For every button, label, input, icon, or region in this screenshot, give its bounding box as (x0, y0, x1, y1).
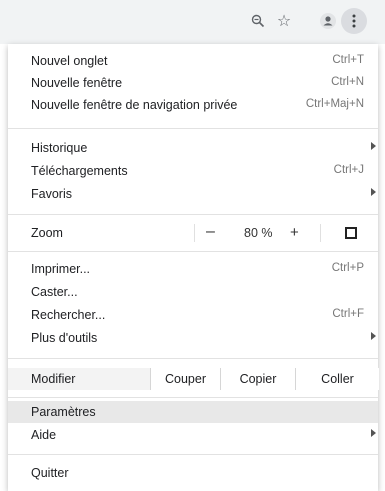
paste-button-label: Coller (321, 372, 354, 386)
menu-separator (8, 397, 378, 398)
menu-item-help[interactable]: Aide (8, 424, 378, 446)
zoom-level-value: 80 % (244, 226, 273, 240)
zoom-out-button[interactable]: – (206, 223, 215, 241)
submenu-arrow-icon (371, 142, 376, 150)
menu-separator (8, 128, 378, 129)
zoom-in-button[interactable]: + (290, 224, 299, 241)
menu-item-label: Modifier (31, 372, 76, 386)
menu-item-edit: Modifier Couper Copier Coller (8, 368, 379, 390)
menu-item-label: Rechercher... (31, 308, 106, 322)
menu-item-cast[interactable]: Caster... (8, 281, 378, 303)
browser-toolbar: ☆ (0, 0, 385, 44)
copy-button-label: Copier (239, 372, 277, 386)
fullscreen-icon[interactable] (345, 227, 357, 239)
cut-button-label: Couper (165, 372, 206, 386)
menu-item-label: Nouvel onglet (31, 54, 108, 68)
submenu-arrow-icon (371, 188, 376, 196)
menu-item-label: Plus d'outils (31, 331, 98, 345)
shortcut-label: Ctrl+P (331, 262, 364, 274)
cut-button[interactable]: Couper (150, 368, 220, 390)
shortcut-label: Ctrl+N (331, 76, 364, 88)
menu-item-label: Imprimer... (31, 262, 91, 276)
menu-item-label: Nouvelle fenêtre (31, 76, 123, 90)
menu-item-zoom: Zoom – 80 % + (8, 222, 378, 244)
menu-item-label: Quitter (31, 466, 69, 480)
menu-separator (8, 454, 378, 455)
menu-separator (8, 358, 378, 359)
shortcut-label: Ctrl+Maj+N (305, 98, 364, 110)
menu-item-bookmarks[interactable]: Favoris (8, 183, 378, 205)
menu-item-new-tab[interactable]: Nouvel onglet Ctrl+T (8, 50, 378, 72)
copy-button[interactable]: Copier (220, 368, 295, 390)
menu-item-print[interactable]: Imprimer... Ctrl+P (8, 258, 378, 280)
more-vertical-icon[interactable] (341, 8, 367, 34)
chrome-main-menu: Nouvel onglet Ctrl+T Nouvelle fenêtre Ct… (8, 44, 379, 491)
menu-item-label: Nouvelle fenêtre de navigation privée (31, 98, 238, 112)
menu-item-label: Historique (31, 141, 88, 155)
zoom-divider (194, 224, 195, 242)
profile-icon[interactable] (315, 8, 341, 34)
submenu-arrow-icon (371, 332, 376, 340)
menu-item-history[interactable]: Historique (8, 137, 378, 159)
zoom-magnifier-icon[interactable] (245, 8, 271, 34)
menu-item-incognito-window[interactable]: Nouvelle fenêtre de navigation privée Ct… (8, 94, 378, 116)
menu-item-quit[interactable]: Quitter (8, 462, 378, 484)
menu-item-label: Zoom (31, 226, 63, 240)
zoom-divider (320, 224, 321, 242)
paste-button[interactable]: Coller (295, 368, 379, 390)
menu-separator (8, 251, 378, 252)
menu-item-label: Téléchargements (31, 164, 128, 178)
shortcut-label: Ctrl+T (332, 54, 364, 66)
menu-item-label: Caster... (31, 285, 78, 299)
menu-item-label: Paramètres (31, 405, 96, 419)
submenu-arrow-icon (371, 429, 376, 437)
menu-item-new-window[interactable]: Nouvelle fenêtre Ctrl+N (8, 72, 378, 94)
shortcut-label: Ctrl+J (333, 164, 364, 176)
menu-item-downloads[interactable]: Téléchargements Ctrl+J (8, 160, 378, 182)
bookmark-star-icon[interactable]: ☆ (271, 8, 297, 34)
menu-item-label: Favoris (31, 187, 72, 201)
menu-item-find[interactable]: Rechercher... Ctrl+F (8, 304, 378, 326)
menu-item-label: Aide (31, 428, 57, 442)
menu-separator (8, 214, 378, 215)
menu-item-settings[interactable]: Paramètres (8, 401, 378, 423)
menu-item-more-tools[interactable]: Plus d'outils (8, 327, 378, 349)
shortcut-label: Ctrl+F (332, 308, 364, 320)
